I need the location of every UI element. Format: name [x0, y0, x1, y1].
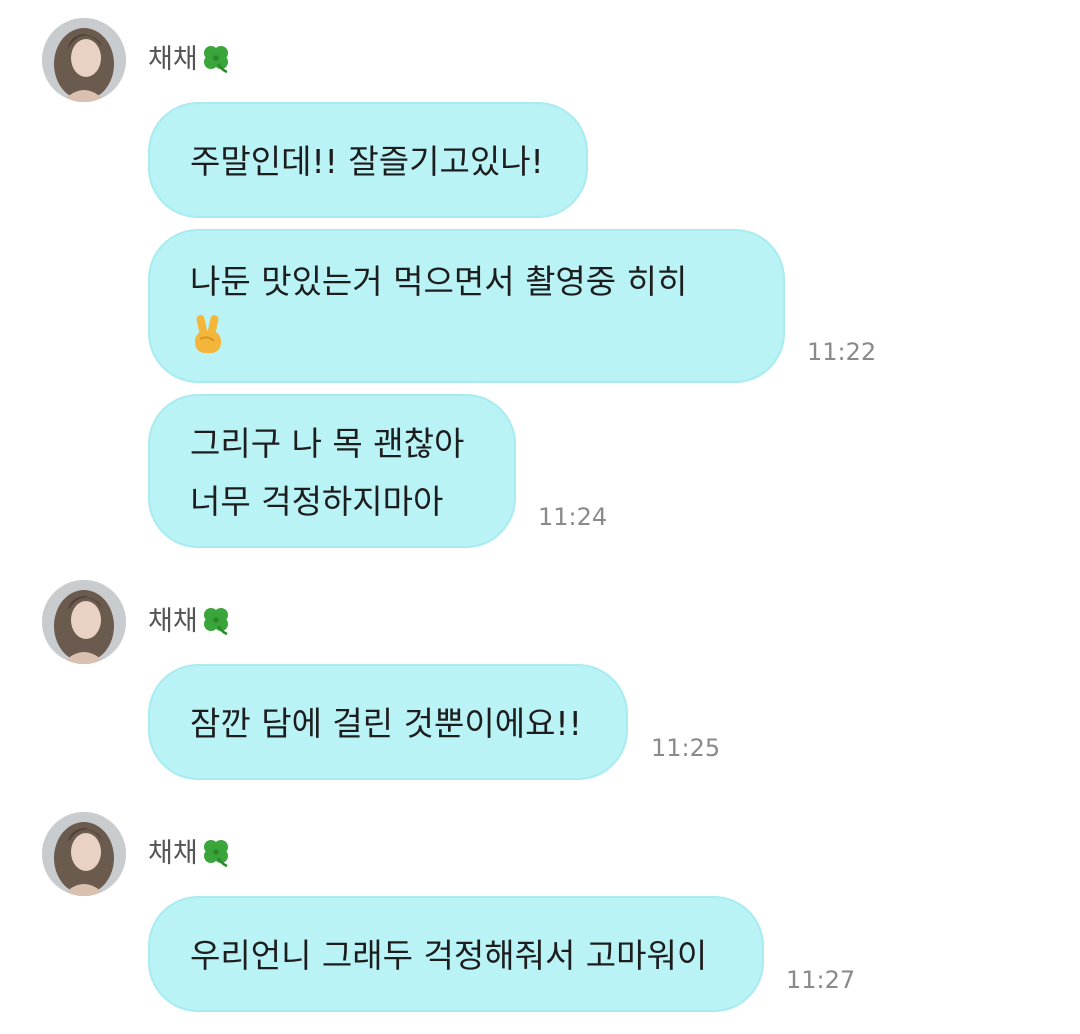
- message-timestamp: 11:24: [538, 503, 608, 531]
- message-timestamp: 11:27: [786, 966, 856, 994]
- sender-name-text: 채채: [148, 838, 198, 869]
- message-bubble[interactable]: 주말인데!! 잘즐기고있나!: [148, 102, 588, 218]
- sender-name: 채채: [148, 604, 232, 639]
- avatar[interactable]: [42, 18, 126, 102]
- message-text: 잠깐 담에 걸린 것뿐이에요!!: [190, 704, 582, 743]
- message-bubble[interactable]: 그리구 나 목 괜찮아 너무 걱정하지마아: [148, 394, 516, 548]
- avatar[interactable]: [42, 812, 126, 896]
- message-text: 너무 걱정하지마아: [190, 482, 444, 521]
- message-bubble[interactable]: 우리언니 그래두 걱정해줘서 고마워이: [148, 896, 764, 1012]
- message-text: 그리구 나 목 괜찮아: [190, 424, 465, 463]
- clover-icon: [203, 840, 228, 868]
- message-timestamp: 11:25: [651, 734, 721, 762]
- message-text: 주말인데!! 잘즐기고있나!: [190, 142, 544, 181]
- avatar[interactable]: [42, 580, 126, 664]
- clover-icon: [203, 46, 228, 74]
- sender-name: 채채: [148, 836, 232, 871]
- message-bubble[interactable]: 나둔 맛있는거 먹으면서 촬영중 히히: [148, 229, 785, 383]
- victory-hand-icon: [195, 315, 221, 353]
- message-bubble[interactable]: 잠깐 담에 걸린 것뿐이에요!!: [148, 664, 628, 780]
- sender-name-text: 채채: [148, 606, 198, 637]
- sender-name-text: 채채: [148, 44, 198, 75]
- profile-photo-icon: [42, 580, 126, 664]
- message-text: 우리언니 그래두 걱정해줘서 고마워이: [190, 936, 708, 975]
- sender-name: 채채: [148, 42, 232, 77]
- profile-photo-icon: [42, 18, 126, 102]
- message-timestamp: 11:22: [807, 338, 877, 366]
- message-text: 나둔 맛있는거 먹으면서 촬영중 히히: [190, 262, 688, 301]
- clover-icon: [203, 608, 228, 636]
- profile-photo-icon: [42, 812, 126, 896]
